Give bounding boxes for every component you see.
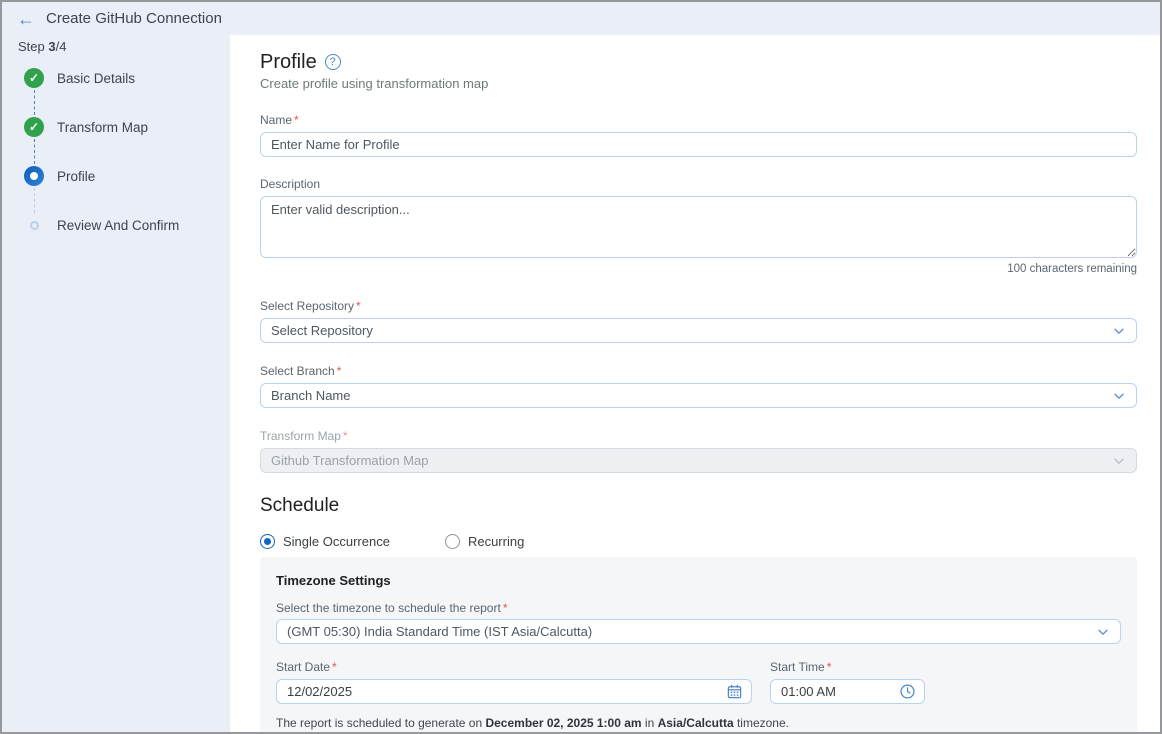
step-counter-total: /4 <box>55 39 67 54</box>
timezone-label-text: Select the timezone to schedule the repo… <box>276 601 501 615</box>
create-github-connection-window: ← Create GitHub Connection Step 3/4 ✓ Ba… <box>0 0 1162 734</box>
description-label-text: Description <box>260 177 321 191</box>
required-marker: * <box>356 299 361 313</box>
start-time-label: Start Time * <box>770 660 925 674</box>
stepper-connector <box>24 90 44 115</box>
stepper-connector <box>24 188 44 213</box>
characters-remaining: 100 characters remaining <box>1007 263 1137 275</box>
description-textarea[interactable] <box>260 196 1137 258</box>
note-prefix: The report is scheduled to generate on <box>276 716 486 730</box>
radio-single-occurrence[interactable]: Single Occurrence <box>260 533 390 549</box>
timezone-label: Select the timezone to schedule the repo… <box>276 601 1121 615</box>
timezone-select[interactable]: (GMT 05:30) India Standard Time (IST Asi… <box>276 619 1121 644</box>
note-timezone: Asia/Calcutta <box>657 716 734 730</box>
repository-select[interactable]: Select Repository <box>260 318 1137 343</box>
radio-selected-icon <box>260 533 275 549</box>
repository-label: Select Repository * <box>260 299 1137 314</box>
description-label: Description <box>260 177 1137 192</box>
branch-label: Select Branch * <box>260 364 1137 379</box>
start-time-input[interactable] <box>781 684 899 699</box>
calendar-icon[interactable] <box>726 683 743 700</box>
chevron-down-icon <box>1114 458 1124 464</box>
note-suffix: timezone. <box>733 716 789 730</box>
repository-select-value: Select Repository <box>271 323 373 338</box>
schedule-type-radio-group: Single Occurrence Recurring <box>260 533 1137 549</box>
branch-select-value: Branch Name <box>271 388 351 403</box>
timezone-settings-title: Timezone Settings <box>276 573 391 588</box>
stepper-item-profile[interactable]: Profile <box>24 164 230 188</box>
transform-map-select: Github Transformation Map <box>260 448 1137 473</box>
start-date-label-text: Start Date <box>276 660 331 674</box>
name-label-text: Name <box>260 113 293 127</box>
wizard-stepper-sidebar: Step 3/4 ✓ Basic Details ✓ Transform Map… <box>2 35 230 732</box>
branch-label-text: Select Branch <box>260 364 335 378</box>
check-icon: ✓ <box>24 117 44 137</box>
stepper: ✓ Basic Details ✓ Transform Map Profile … <box>24 66 230 237</box>
note-infix: in <box>641 716 658 730</box>
stepper-item-label: Basic Details <box>57 70 136 86</box>
repository-label-text: Select Repository <box>260 299 355 313</box>
chevron-down-icon <box>1114 393 1124 399</box>
transform-map-select-value: Github Transformation Map <box>271 453 429 468</box>
transform-map-label-text: Transform Map <box>260 429 341 443</box>
back-arrow-icon[interactable]: ← <box>17 10 35 28</box>
required-marker: * <box>294 113 299 127</box>
pending-step-icon <box>29 220 39 230</box>
required-marker: * <box>502 601 508 615</box>
schedule-section-title: Schedule <box>260 495 340 516</box>
step-counter-prefix: Step <box>18 39 49 54</box>
stepper-item-label: Profile <box>57 168 96 184</box>
required-marker: * <box>332 660 337 674</box>
radio-label: Recurring <box>467 533 525 549</box>
chevron-down-icon <box>1098 629 1108 635</box>
stepper-item-label: Transform Map <box>57 119 149 135</box>
page-subtitle: Create profile using transformation map <box>260 76 489 91</box>
wizard-header: ← Create GitHub Connection <box>2 2 1160 35</box>
stepper-connector <box>24 139 44 164</box>
clock-icon[interactable] <box>899 683 916 700</box>
main-panel: Profile ? Create profile using transform… <box>230 35 1160 732</box>
stepper-item-basic-details[interactable]: ✓ Basic Details <box>24 66 230 90</box>
radio-label: Single Occurrence <box>283 533 390 549</box>
wizard-title: Create GitHub Connection <box>46 10 222 27</box>
name-label: Name * <box>260 113 1137 128</box>
stepper-item-review-and-confirm[interactable]: Review And Confirm <box>24 213 230 237</box>
note-datetime: December 02, 2025 1:00 am <box>485 716 642 730</box>
required-marker: * <box>342 429 348 443</box>
stepper-item-transform-map[interactable]: ✓ Transform Map <box>24 115 230 139</box>
timezone-select-value: (GMT 05:30) India Standard Time (IST Asi… <box>287 624 593 639</box>
stepper-item-label: Review And Confirm <box>57 217 180 233</box>
branch-select[interactable]: Branch Name <box>260 383 1137 408</box>
start-time-label-text: Start Time <box>770 660 825 674</box>
required-marker: * <box>336 364 342 378</box>
radio-recurring[interactable]: Recurring <box>444 533 525 549</box>
transform-map-label: Transform Map * <box>260 429 1137 444</box>
required-marker: * <box>826 660 832 674</box>
timezone-settings-panel: Timezone Settings Select the timezone to… <box>260 557 1137 732</box>
active-step-icon <box>24 166 44 186</box>
chevron-down-icon <box>1114 328 1124 334</box>
check-icon: ✓ <box>24 68 44 88</box>
help-icon[interactable]: ? <box>324 54 341 70</box>
start-date-input[interactable] <box>287 684 726 699</box>
page-title: Profile <box>260 50 317 73</box>
start-time-field <box>770 679 925 704</box>
step-counter-current: 3 <box>48 39 56 54</box>
radio-unselected-icon <box>444 533 460 549</box>
start-date-label: Start Date * <box>276 660 752 674</box>
name-input[interactable] <box>260 132 1137 157</box>
step-counter: Step 3/4 <box>18 39 230 54</box>
schedule-note: The report is scheduled to generate on D… <box>276 716 1121 730</box>
start-date-field <box>276 679 752 704</box>
